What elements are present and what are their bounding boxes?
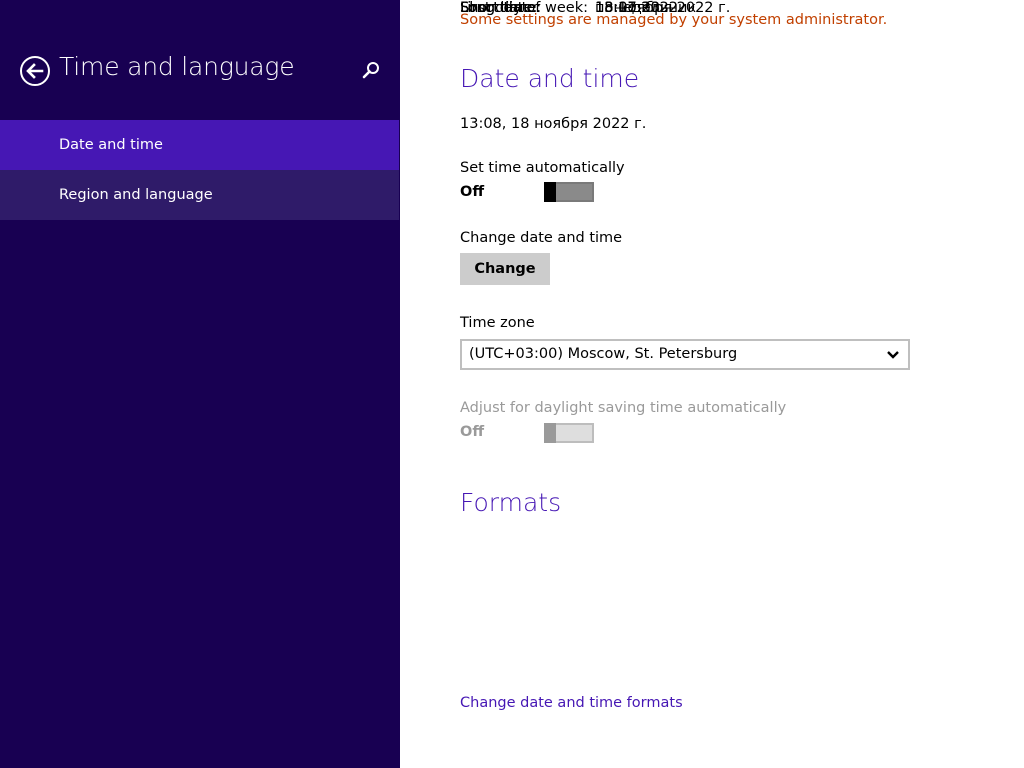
- daylight-saving-state: Off: [460, 424, 485, 440]
- change-button[interactable]: Change: [460, 253, 550, 285]
- set-time-automatically-state: Off: [460, 184, 485, 200]
- set-time-automatically-label: Set time automatically: [460, 160, 625, 176]
- back-arrow-icon: [26, 63, 44, 79]
- section-heading-date-and-time: Date and time: [460, 64, 640, 93]
- format-label: Long time:: [460, 0, 538, 16]
- set-time-automatically-toggle[interactable]: [544, 182, 594, 202]
- sidebar: Time and language Date and time Region a…: [0, 0, 400, 768]
- sidebar-item-region-and-language[interactable]: Region and language: [0, 170, 399, 220]
- search-button[interactable]: [360, 60, 382, 82]
- change-date-and-time-label: Change date and time: [460, 230, 623, 246]
- time-zone-value: (UTC+03:00) Moscow, St. Petersburg: [469, 346, 738, 362]
- toggle-knob: [544, 182, 556, 202]
- daylight-saving-toggle[interactable]: [544, 423, 594, 443]
- back-button[interactable]: [20, 56, 50, 86]
- section-heading-formats: Formats: [460, 488, 562, 517]
- sidebar-item-date-and-time[interactable]: Date and time: [0, 120, 399, 170]
- time-zone-dropdown[interactable]: (UTC+03:00) Moscow, St. Petersburg: [460, 339, 910, 370]
- daylight-saving-label: Adjust for daylight saving time automati…: [460, 400, 787, 416]
- format-value: 13:07:33: [595, 0, 661, 16]
- current-date-time: 13:08, 18 ноября 2022 г.: [460, 116, 647, 132]
- change-date-and-time-formats-link[interactable]: Change date and time formats: [460, 695, 683, 711]
- page-title: Time and language: [59, 52, 295, 81]
- search-icon: [362, 62, 379, 79]
- chevron-down-icon: [887, 351, 899, 359]
- toggle-knob: [544, 423, 556, 443]
- main-panel: Some settings are managed by your system…: [460, 0, 1000, 768]
- time-zone-label: Time zone: [460, 315, 535, 331]
